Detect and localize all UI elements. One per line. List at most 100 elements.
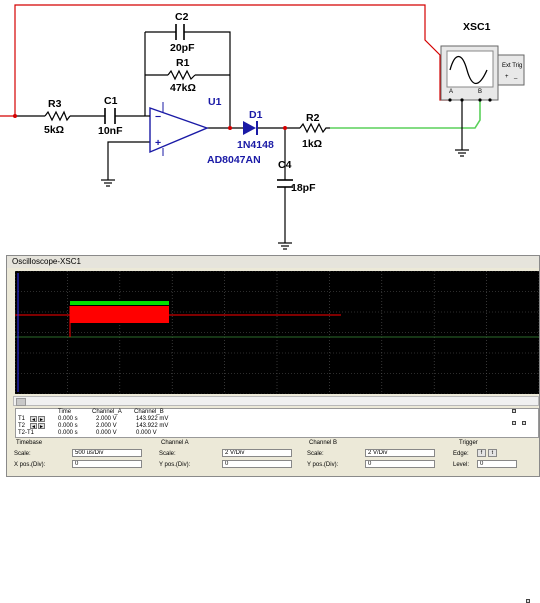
- trigger-title: Trigger: [459, 440, 478, 446]
- r3-value: 5kΩ: [44, 124, 64, 136]
- timebase-xpos-label: X pos.(Div):: [14, 462, 46, 468]
- r2-ref: R2: [306, 112, 320, 124]
- channel-b-ypos-field[interactable]: 0: [365, 460, 435, 468]
- ground-icon: [455, 149, 469, 157]
- trigger-edge-label: Edge:: [453, 451, 469, 457]
- channel-b-ypos-label: Y pos.(Div):: [307, 462, 339, 468]
- wire-channel-b[interactable]: [330, 100, 481, 129]
- scope-port[interactable]: [448, 98, 452, 102]
- readout-row-delta: T2-T1 0.000 s 0.000 V 0.000 V: [16, 430, 538, 437]
- t1-left-arrow-icon[interactable]: ◄: [30, 416, 37, 423]
- oscilloscope-instrument-icon[interactable]: [440, 45, 525, 101]
- window-title[interactable]: Oscilloscope-XSC1: [7, 256, 539, 268]
- circuit-schematic: C2 20pF R1 47kΩ R3 5kΩ C1 10nF − + U1 AD…: [0, 4, 525, 250]
- channel-b-scale-field[interactable]: 2 V/Div: [365, 449, 435, 457]
- edge-falling-button[interactable]: t: [488, 449, 497, 457]
- row-label: T1: [18, 416, 26, 422]
- wire-opamp-plus[interactable]: [107, 141, 150, 180]
- c2-ref: C2: [175, 11, 189, 23]
- t2-left-arrow-icon[interactable]: ◄: [30, 423, 37, 430]
- trace-channel-a: [70, 306, 169, 323]
- row-label: T2: [18, 423, 26, 429]
- scope-port[interactable]: [488, 98, 492, 102]
- cursor-readout-table: Time Channel_A Channel_B T1 ◄ ► 0.000 s …: [15, 408, 539, 438]
- trigger-level-field[interactable]: 0: [477, 460, 517, 468]
- trigger-level-label: Level:: [453, 462, 470, 468]
- r1-ref: R1: [176, 57, 190, 69]
- timebase-title: Timebase: [16, 440, 43, 446]
- scope-port[interactable]: [460, 98, 464, 102]
- c2-value: 20pF: [170, 42, 195, 54]
- c1-value: 10nF: [98, 125, 123, 137]
- t2-channel-b: 143.922 mV: [136, 423, 169, 429]
- scrollbar-thumb[interactable]: [16, 398, 26, 406]
- delta-time: 0.000 s: [58, 430, 78, 436]
- row-label: T2-T1: [18, 430, 35, 436]
- save-button[interactable]: [512, 421, 516, 425]
- resistor-r3[interactable]: [44, 110, 71, 122]
- header-channel-b: Channel_B: [134, 409, 164, 415]
- port-a-label: A: [449, 89, 453, 95]
- t2-time: 0.000 s: [58, 423, 78, 429]
- capacitor-c2[interactable]: [175, 24, 185, 40]
- channel-b-scale-label: Scale:: [307, 451, 324, 457]
- horizontal-scrollbar[interactable]: [13, 396, 539, 406]
- u1-ref: U1: [208, 96, 222, 108]
- oscilloscope-window: Oscilloscope-XSC1 Time Channel_A Channel…: [6, 255, 540, 603]
- c4-value: 18pF: [291, 182, 316, 194]
- resistor-r2[interactable]: [299, 122, 330, 134]
- channel-a-ypos-field[interactable]: 0: [222, 460, 292, 468]
- ground-icon: [278, 242, 292, 250]
- r3-ref: R3: [48, 98, 62, 110]
- action-button[interactable]: [526, 599, 530, 603]
- timebase-scale-label: Scale:: [14, 451, 31, 457]
- channel-a-group: Channel A Scale: 2 V/Div Y pos.(Div): 0: [157, 439, 305, 478]
- t1-channel-b: 143.922 mV: [136, 416, 169, 422]
- capacitor-c1[interactable]: [104, 108, 116, 124]
- readout-row-t2: T2 ◄ ► 0.000 s 2.000 V 143.922 mV: [16, 423, 538, 430]
- port-b-label: B: [478, 89, 482, 95]
- gnd-button[interactable]: [522, 421, 526, 425]
- header-time: Time: [58, 409, 72, 415]
- edge-rising-button[interactable]: f: [477, 449, 486, 457]
- timebase-scale-field[interactable]: 500 us/Div: [72, 449, 142, 457]
- r1-value: 47kΩ: [170, 82, 196, 94]
- u1-value: AD8047AN: [207, 154, 261, 166]
- d1-value: 1N4148: [237, 139, 274, 151]
- channel-a-scale-label: Scale:: [159, 451, 176, 457]
- r2-value: 1kΩ: [302, 138, 322, 150]
- trace-channel-b: [70, 301, 169, 305]
- ground-icon: [101, 179, 115, 187]
- readout-row-t1: T1 ◄ ► 0.000 s 2.000 V 143.922 mV: [16, 416, 538, 423]
- junction-dot: [228, 126, 232, 130]
- ext-trig-plus: +: [505, 74, 509, 80]
- diode-d1[interactable]: [243, 121, 258, 135]
- scope-port[interactable]: [478, 98, 482, 102]
- t1-time: 0.000 s: [58, 416, 78, 422]
- reverse-button[interactable]: [512, 409, 516, 413]
- ext-trig-minus: _: [513, 73, 518, 79]
- opamp-minus-sign: −: [155, 111, 161, 123]
- channel-a-ypos-label: Y pos.(Div):: [159, 462, 191, 468]
- timebase-group: Timebase Scale: 500 us/Div X pos.(Div): …: [12, 439, 157, 478]
- d1-ref: D1: [249, 109, 263, 121]
- opamp-plus-sign: +: [155, 137, 161, 149]
- resistor-r1[interactable]: [167, 69, 196, 81]
- timebase-xpos-field[interactable]: 0: [72, 460, 142, 468]
- junction-dot: [283, 126, 287, 130]
- ext-trig-label: Ext Trig: [502, 63, 522, 69]
- c4-ref: C4: [278, 159, 292, 171]
- scope-screen[interactable]: [15, 271, 539, 394]
- junction-dot: [13, 114, 17, 118]
- header-channel-a: Channel_A: [92, 409, 122, 415]
- channel-a-scale-field[interactable]: 2 V/Div: [222, 449, 292, 457]
- channel-b-group: Channel B Scale: 2 V/Div Y pos.(Div): 0: [305, 439, 451, 478]
- xsc1-ref: XSC1: [463, 21, 491, 33]
- t1-right-arrow-icon[interactable]: ►: [38, 416, 45, 423]
- wire-channel-a[interactable]: [0, 4, 450, 117]
- t2-channel-a: 2.000 V: [96, 423, 117, 429]
- delta-channel-a: 0.000 V: [96, 430, 117, 436]
- t1-channel-a: 2.000 V: [96, 416, 117, 422]
- readout-side-buttons: [512, 409, 534, 437]
- t2-right-arrow-icon[interactable]: ►: [38, 423, 45, 430]
